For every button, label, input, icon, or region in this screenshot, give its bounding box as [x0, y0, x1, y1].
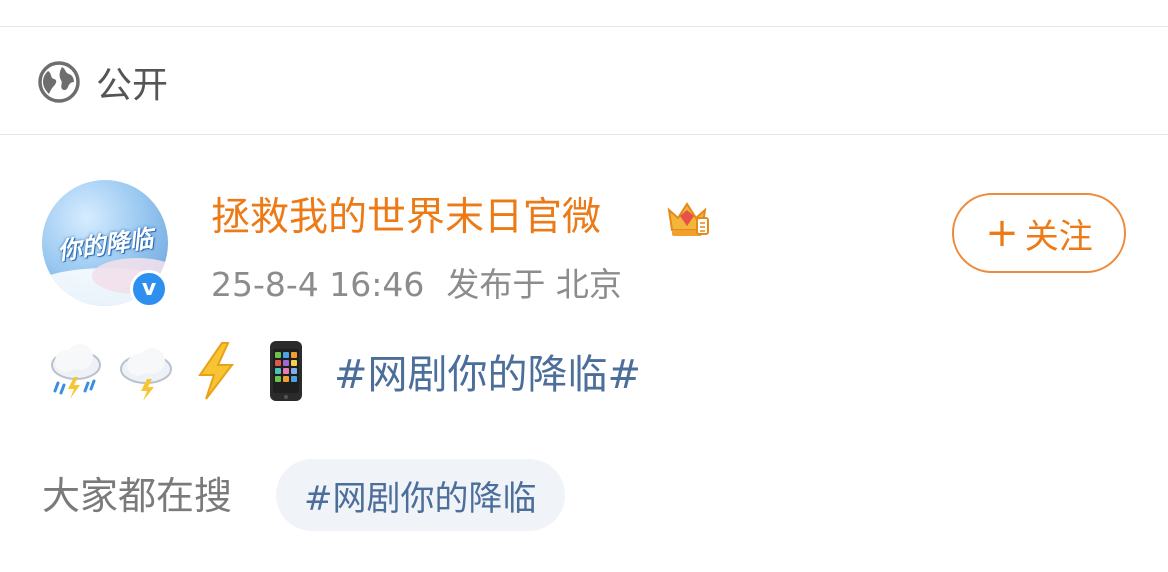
lightning-cloud-icon — [120, 348, 172, 401]
post-content: #网剧你的降临# — [44, 338, 641, 404]
follow-label: 关注 — [1024, 216, 1093, 257]
plus-icon: + — [985, 210, 1019, 256]
post-location: 发布于 北京 — [446, 265, 622, 304]
lightning-bolt-icon — [198, 342, 235, 400]
globe-icon — [38, 61, 80, 103]
section-divider — [0, 134, 1168, 135]
verified-badge-icon: v — [130, 270, 168, 308]
visibility-label: 公开 — [96, 65, 169, 106]
crown-icon — [667, 202, 709, 236]
trending-search-label: 大家都在搜 — [42, 474, 233, 518]
follow-button[interactable]: + 关注 — [952, 193, 1126, 273]
hashtag-link[interactable]: #网剧你的降临# — [334, 342, 641, 400]
rain-thunder-cloud-icon — [51, 344, 101, 399]
top-divider — [0, 26, 1168, 27]
visibility-row[interactable]: 公开 — [38, 60, 168, 106]
author-name[interactable]: 拯救我的世界末日官微 — [211, 190, 601, 246]
post-meta: 25-8-4 16:46 发布于 北京 — [211, 262, 644, 308]
mobile-phone-icon — [270, 341, 302, 401]
trending-search-chip[interactable]: #网剧你的降临 — [276, 459, 565, 531]
post-time: 25-8-4 16:46 — [211, 265, 425, 304]
